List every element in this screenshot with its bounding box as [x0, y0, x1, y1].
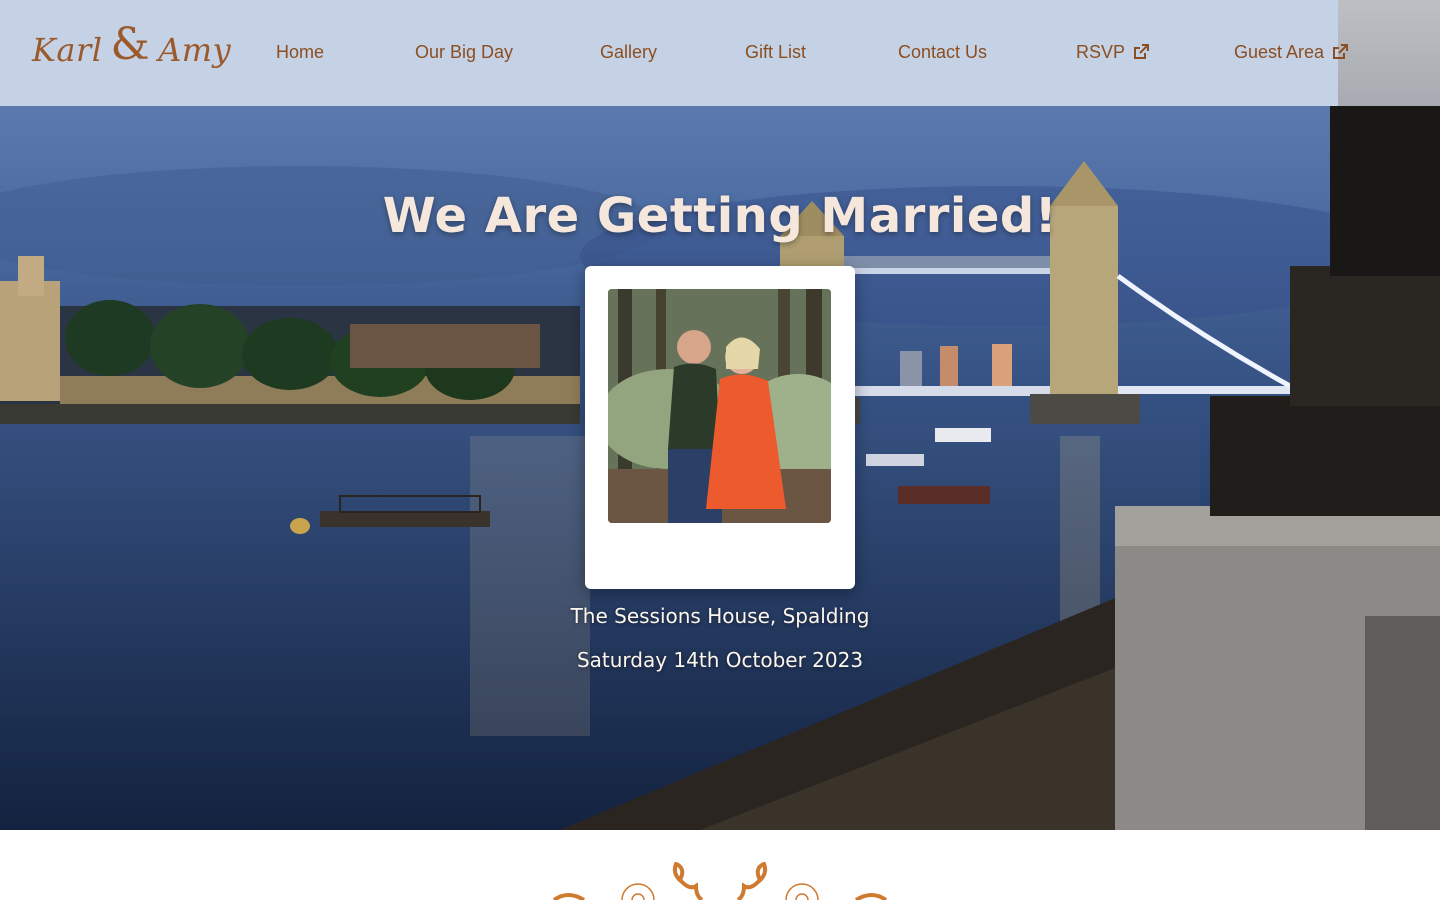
logo-first-name: Karl	[32, 31, 103, 69]
venue-text: The Sessions House, Spalding	[570, 604, 870, 628]
external-link-icon	[1333, 44, 1349, 59]
nav-gallery-label: Gallery	[600, 41, 658, 62]
nav-gift-list-label: Gift List	[745, 41, 807, 62]
floral-divider-icon	[552, 862, 888, 900]
hero-banner: We Are Getting Married! The Sessions Hou…	[0, 106, 1440, 830]
external-link-icon	[1134, 44, 1150, 59]
polaroid-frame	[585, 266, 855, 589]
nav-contact-us-label: Contact Us	[898, 41, 988, 62]
main-nav: Home Our Big Day Gallery Gift List Conta…	[276, 36, 1350, 68]
date-text: Saturday 14th October 2023	[576, 648, 864, 672]
nav-our-big-day[interactable]: Our Big Day	[415, 36, 513, 68]
nav-our-big-day-label: Our Big Day	[415, 41, 514, 62]
site-header: Karl & Amy Home Our Big Day Gallery Gift…	[0, 0, 1440, 106]
couple-photo-illustration	[608, 289, 831, 523]
nav-gallery[interactable]: Gallery	[600, 36, 657, 68]
nav-rsvp[interactable]: RSVP	[1076, 36, 1151, 68]
couple-photo	[608, 289, 831, 523]
nav-home[interactable]: Home	[276, 36, 324, 68]
nav-rsvp-label: RSVP	[1076, 41, 1126, 62]
nav-guest-area[interactable]: Guest Area	[1234, 36, 1350, 68]
nav-gift-list[interactable]: Gift List	[745, 36, 806, 68]
logo-ampersand: &	[110, 18, 151, 70]
hero-title: We Are Getting Married!	[382, 188, 1058, 244]
nav-contact-us[interactable]: Contact Us	[898, 36, 987, 68]
nav-home-label: Home	[276, 41, 325, 62]
nav-guest-area-label: Guest Area	[1234, 41, 1325, 62]
header-photo-edge	[1338, 0, 1440, 106]
site-logo[interactable]: Karl & Amy	[32, 18, 232, 78]
logo-second-name: Amy	[158, 31, 232, 69]
